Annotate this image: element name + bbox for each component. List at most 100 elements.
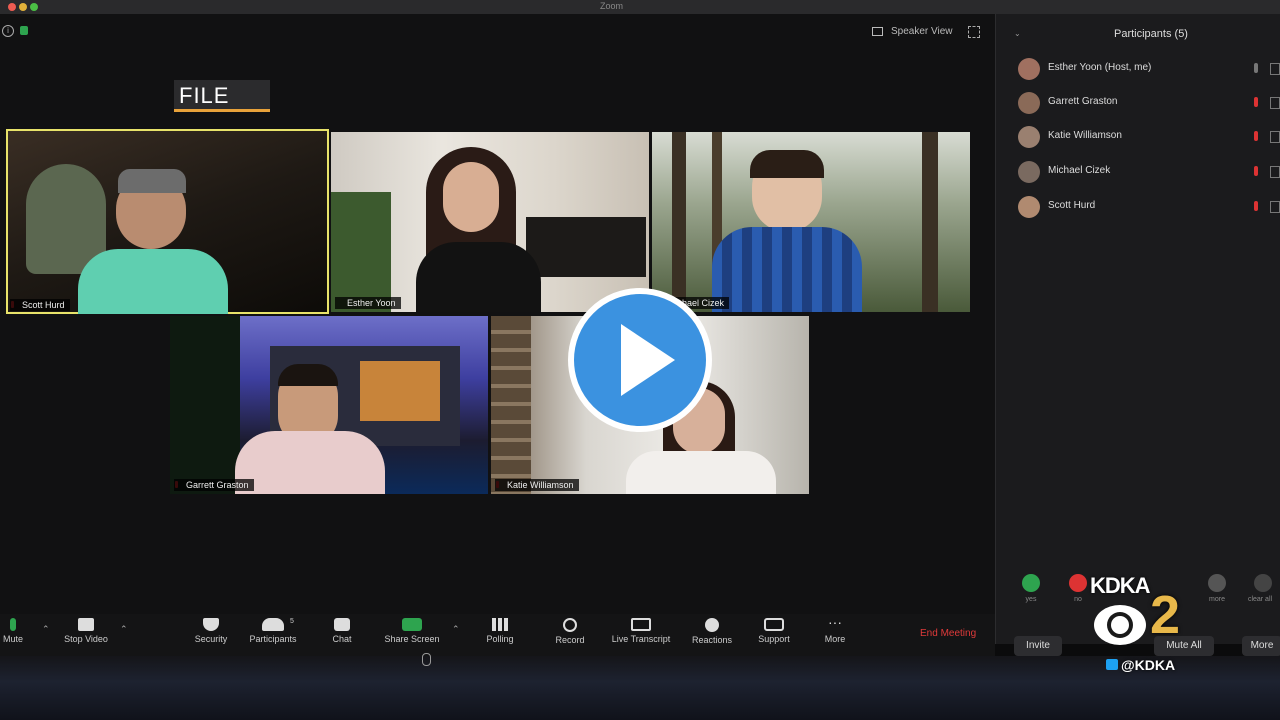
video-stage <box>0 14 995 614</box>
participant-name: Garrett Graston <box>1048 96 1118 107</box>
station-name: KDKA <box>1090 573 1151 598</box>
support-icon <box>764 618 784 631</box>
trees <box>170 316 240 494</box>
minimize-window-button[interactable] <box>19 3 27 11</box>
chat-button[interactable]: Chat <box>307 616 377 644</box>
camera-icon[interactable] <box>1270 97 1280 109</box>
twitter-handle: @KDKA <box>1121 657 1176 673</box>
muted-mic-icon[interactable] <box>1254 97 1258 107</box>
record-button[interactable]: Record <box>535 616 605 645</box>
chevron-up-icon[interactable]: ⌃ <box>452 624 460 635</box>
cbs-eye-pupil <box>1111 616 1129 634</box>
yes-reaction-icon[interactable] <box>1022 574 1040 592</box>
fullscreen-icon[interactable] <box>968 26 980 38</box>
window-title: Zoom <box>600 1 624 11</box>
person-shirt <box>712 227 862 312</box>
person-shirt <box>78 249 228 314</box>
reactions-button[interactable]: Reactions <box>677 616 747 645</box>
shield-icon <box>203 618 219 631</box>
close-window-button[interactable] <box>8 3 16 11</box>
avatar <box>1018 126 1040 148</box>
camera-icon[interactable] <box>1270 63 1280 75</box>
no-reaction-icon[interactable] <box>1069 574 1087 592</box>
share-screen-icon <box>402 618 422 631</box>
video-tile[interactable]: Esther Yoon <box>331 132 649 312</box>
person-shirt <box>235 431 385 494</box>
mic-icon[interactable] <box>1254 63 1258 73</box>
lock-icon[interactable] <box>20 26 28 35</box>
video-tile[interactable]: Scott Hurd <box>6 129 329 314</box>
avatar <box>1018 92 1040 114</box>
camera-icon[interactable] <box>1270 201 1280 213</box>
house-window <box>360 361 440 421</box>
video-tile[interactable]: Michael Cizek <box>652 132 970 312</box>
participants-count: 5 <box>290 618 294 625</box>
speaker-view-label: Speaker View <box>891 26 953 37</box>
participant-row[interactable]: Garrett Graston <box>996 86 1280 120</box>
muted-mic-icon[interactable] <box>1254 201 1258 211</box>
maximize-window-button[interactable] <box>30 3 38 11</box>
play-icon <box>621 324 675 396</box>
window-title-bar <box>0 0 1280 14</box>
share-screen-button[interactable]: Share Screen <box>377 616 447 644</box>
more-toolbar-button[interactable]: ··· More <box>800 614 870 644</box>
panel-title: Participants (5) <box>1114 28 1188 40</box>
ellipsis-icon: ··· <box>828 614 842 630</box>
chevron-up-icon[interactable]: ⌃ <box>120 624 128 635</box>
polling-button[interactable]: Polling <box>465 616 535 644</box>
plant <box>331 192 391 312</box>
camera-icon[interactable] <box>1270 131 1280 143</box>
muted-mic-icon[interactable] <box>1254 131 1258 141</box>
person-hair <box>750 150 824 178</box>
participant-name: Michael Cizek <box>1048 165 1111 176</box>
participant-row[interactable]: Esther Yoon (Host, me) <box>996 52 1280 86</box>
person-head <box>443 162 499 232</box>
stop-video-button[interactable]: Stop Video <box>51 616 121 644</box>
person-shirt <box>626 451 776 494</box>
polling-icon <box>492 618 508 631</box>
speaker-view-button[interactable]: Speaker View <box>872 26 953 37</box>
more-button[interactable]: More <box>1242 636 1280 656</box>
participant-name: Esther Yoon (Host, me) <box>1048 62 1152 73</box>
avatar <box>1018 58 1040 80</box>
muted-mic-icon[interactable] <box>1254 166 1258 176</box>
info-icon[interactable]: i <box>2 25 14 37</box>
participants-icon <box>262 618 284 631</box>
participants-button[interactable]: Participants <box>238 616 308 644</box>
participant-row[interactable]: Scott Hurd <box>996 190 1280 224</box>
mic-icon <box>10 618 16 631</box>
participants-panel: ⌄ Participants (5) Esther Yoon (Host, me… <box>995 14 1280 656</box>
desktop-background <box>0 656 1280 720</box>
tile-name: Katie Williamson <box>495 479 579 491</box>
participant-row[interactable]: Katie Williamson <box>996 120 1280 154</box>
end-meeting-button[interactable]: End Meeting <box>920 628 976 639</box>
avatar <box>1018 161 1040 183</box>
reaction-label: yes <box>1025 596 1037 603</box>
tile-name: Garrett Graston <box>174 479 254 491</box>
speaker-view-icon <box>872 26 883 36</box>
closed-caption-icon <box>631 618 651 631</box>
person-cap <box>118 169 186 193</box>
bookshelf <box>491 316 531 494</box>
security-button[interactable]: Security <box>176 616 246 644</box>
person-top <box>416 242 541 312</box>
smiley-icon <box>705 618 719 632</box>
mute-button[interactable]: Mute <box>0 616 48 644</box>
chat-icon <box>334 618 350 631</box>
participant-name: Scott Hurd <box>1048 200 1096 211</box>
more-reaction-icon[interactable] <box>1208 574 1226 592</box>
tree-trunk <box>922 132 938 312</box>
support-button[interactable]: Support <box>739 616 809 644</box>
shelf <box>526 217 646 277</box>
video-tile[interactable]: Garrett Graston <box>170 316 488 494</box>
record-icon <box>563 618 577 632</box>
avatar <box>1018 196 1040 218</box>
tile-name: Esther Yoon <box>335 297 401 309</box>
chevron-up-icon[interactable]: ⌃ <box>42 624 50 635</box>
clear-all-icon[interactable] <box>1254 574 1272 592</box>
participant-row[interactable]: Michael Cizek <box>996 155 1280 189</box>
participant-name: Katie Williamson <box>1048 130 1122 141</box>
camera-icon[interactable] <box>1270 166 1280 178</box>
invite-button[interactable]: Invite <box>1014 636 1062 656</box>
live-transcript-button[interactable]: Live Transcript <box>606 616 676 644</box>
